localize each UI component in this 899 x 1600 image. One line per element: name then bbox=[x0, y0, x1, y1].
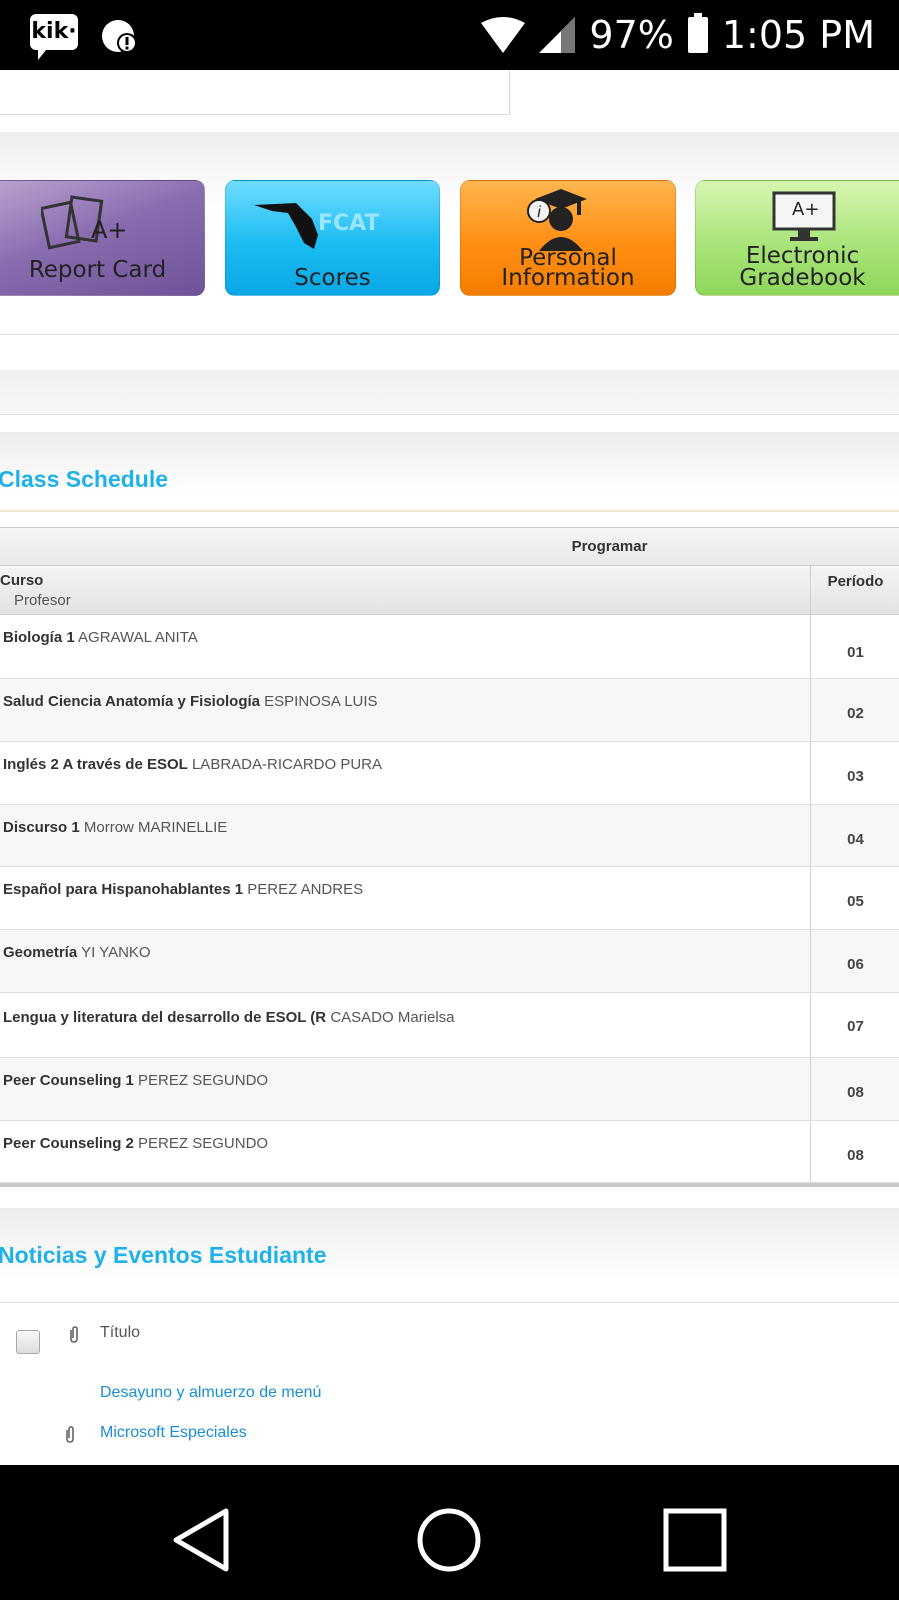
table-row: Peer Counseling 2 PEREZ SEGUNDO 08 bbox=[0, 1121, 899, 1183]
period-cell: 08 bbox=[810, 1121, 899, 1182]
fcat-scores-tile[interactable]: FCAT Scores bbox=[225, 180, 440, 296]
svg-text:i: i bbox=[537, 204, 541, 221]
col-teacher-header[interactable]: Profesor bbox=[14, 592, 71, 609]
teacher-name: YI YANKO bbox=[81, 944, 151, 961]
table-body: Biología 1 AGRAWAL ANITA 01 Salud Ciencia… bbox=[0, 615, 899, 1183]
course-name: Inglés 2 A través de ESOL bbox=[3, 756, 188, 773]
period-cell: 01 bbox=[810, 615, 899, 678]
page-content: A+ Report Card FCAT Scores i Personal In… bbox=[0, 70, 899, 1465]
gradebook-badge: A+ bbox=[792, 199, 820, 220]
navigation-bar bbox=[0, 1465, 899, 1600]
status-bar: kik· 97% 1:05 PM bbox=[0, 0, 899, 70]
personal-information-tile[interactable]: i Personal Information bbox=[460, 180, 676, 296]
kik-label: kik· bbox=[31, 19, 77, 44]
section-band bbox=[0, 370, 899, 415]
select-all-checkbox[interactable] bbox=[16, 1330, 40, 1354]
news-link-menu[interactable]: Desayuno y almuerzo de menú bbox=[100, 1384, 321, 1402]
table-row: Lengua y literatura del desarrollo de ES… bbox=[0, 993, 899, 1058]
attachment-icon bbox=[70, 1326, 78, 1343]
sync-alert-icon bbox=[102, 20, 137, 53]
col-period-header[interactable]: Período bbox=[810, 566, 899, 614]
period-cell: 04 bbox=[810, 805, 899, 866]
scores-label: Scores bbox=[294, 265, 371, 291]
teacher-name: AGRAWAL ANITA bbox=[78, 629, 198, 646]
divider bbox=[0, 510, 899, 512]
course-name: Geometría bbox=[3, 944, 78, 961]
divider bbox=[0, 1302, 899, 1303]
gradebook-label-line2: Gradebook bbox=[739, 265, 866, 291]
course-name: Español para Hispanohablantes 1 bbox=[3, 881, 244, 898]
teacher-name: PEREZ SEGUNDO bbox=[138, 1135, 269, 1152]
back-icon[interactable] bbox=[168, 1505, 238, 1575]
home-icon[interactable] bbox=[414, 1505, 484, 1575]
battery-percent: 97% bbox=[589, 13, 674, 57]
graduate-info-icon: i bbox=[527, 189, 587, 251]
course-name: Discurso 1 bbox=[3, 819, 80, 836]
table-header: Curso Profesor Período bbox=[0, 566, 899, 615]
teacher-name: ESPINOSA LUIS bbox=[264, 693, 378, 710]
course-name: Salud Ciencia Anatomía y Fisiología bbox=[3, 693, 260, 710]
class-schedule-title: Class Schedule bbox=[0, 466, 169, 492]
top-panel bbox=[0, 70, 510, 115]
table-caption: Programar bbox=[0, 528, 899, 566]
report-card-label: Report Card bbox=[28, 257, 167, 283]
period-cell: 03 bbox=[810, 742, 899, 804]
period-cell: 02 bbox=[810, 679, 899, 741]
col-title-header[interactable]: Título bbox=[100, 1324, 140, 1342]
wifi-icon bbox=[481, 17, 526, 53]
divider bbox=[0, 334, 899, 335]
report-card-badge: A+ bbox=[91, 216, 128, 244]
table-row: Biología 1 AGRAWAL ANITA 01 bbox=[0, 615, 899, 679]
class-schedule-table: Programar Curso Profesor Período Biologí… bbox=[0, 527, 899, 1187]
period-cell: 07 bbox=[810, 993, 899, 1057]
news-link-microsoft[interactable]: Microsoft Especiales bbox=[100, 1424, 247, 1442]
teacher-name: PEREZ SEGUNDO bbox=[138, 1072, 269, 1089]
fcat-badge: FCAT bbox=[318, 211, 380, 236]
personal-label-line2: Information bbox=[501, 265, 635, 291]
teacher-name: LABRADA-RICARDO PURA bbox=[191, 756, 383, 773]
period-cell: 05 bbox=[810, 867, 899, 929]
teacher-name: CASADO Marielsa bbox=[330, 1009, 455, 1026]
course-name: Peer Counseling 1 bbox=[3, 1072, 134, 1089]
period-cell: 08 bbox=[810, 1058, 899, 1120]
teacher-name: Morrow MARINELLIE bbox=[83, 819, 228, 836]
kik-notification-icon: kik· bbox=[30, 14, 78, 60]
period-cell: 06 bbox=[810, 930, 899, 992]
battery-icon bbox=[687, 13, 708, 53]
course-name: Biología 1 bbox=[3, 629, 75, 646]
table-row: Discurso 1 Morrow MARINELLIE 04 bbox=[0, 805, 899, 867]
table-footer bbox=[0, 1183, 899, 1187]
col-course-header[interactable]: Curso bbox=[0, 572, 43, 589]
course-name: Peer Counseling 2 bbox=[3, 1135, 134, 1152]
electronic-gradebook-tile[interactable]: A+ Electronic Gradebook bbox=[695, 180, 899, 296]
report-card-tile[interactable]: A+ Report Card bbox=[0, 180, 205, 296]
gradebook-label-line1: Electronic bbox=[745, 243, 860, 269]
news-title: Noticias y Eventos Estudiante bbox=[0, 1242, 327, 1268]
recent-apps-icon[interactable] bbox=[660, 1505, 730, 1575]
table-row: Geometría YI YANKO 06 bbox=[0, 930, 899, 993]
cell-signal-icon bbox=[539, 17, 576, 53]
table-row: Peer Counseling 1 PEREZ SEGUNDO 08 bbox=[0, 1058, 899, 1121]
table-row: Salud Ciencia Anatomía y Fisiología ESPI… bbox=[0, 679, 899, 742]
teacher-name: PEREZ ANDRES bbox=[247, 881, 364, 898]
attachment-icon bbox=[66, 1426, 74, 1443]
table-row: Español para Hispanohablantes 1 PEREZ AN… bbox=[0, 867, 899, 930]
table-row: Inglés 2 A través de ESOL LABRADA-RICARD… bbox=[0, 742, 899, 805]
clock: 1:05 PM bbox=[721, 13, 875, 57]
course-name: Lengua y literatura del desarrollo de ES… bbox=[3, 1009, 327, 1026]
